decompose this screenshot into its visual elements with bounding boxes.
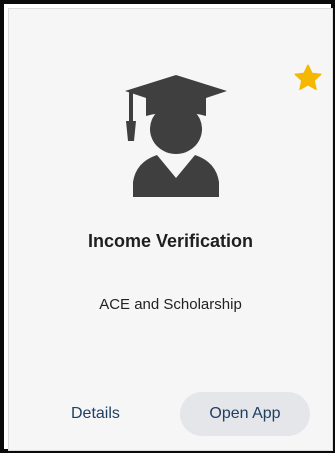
app-card: Income Verification ACE and Scholarship … bbox=[8, 8, 333, 451]
details-link[interactable]: Details bbox=[71, 405, 120, 423]
screenshot-frame: Income Verification ACE and Scholarship … bbox=[0, 0, 335, 453]
open-app-button[interactable]: Open App bbox=[180, 392, 310, 436]
app-title: Income Verification bbox=[87, 231, 254, 251]
app-subtitle: ACE and Scholarship bbox=[99, 296, 242, 313]
graduate-icon bbox=[121, 71, 231, 197]
star-icon[interactable] bbox=[293, 63, 323, 93]
